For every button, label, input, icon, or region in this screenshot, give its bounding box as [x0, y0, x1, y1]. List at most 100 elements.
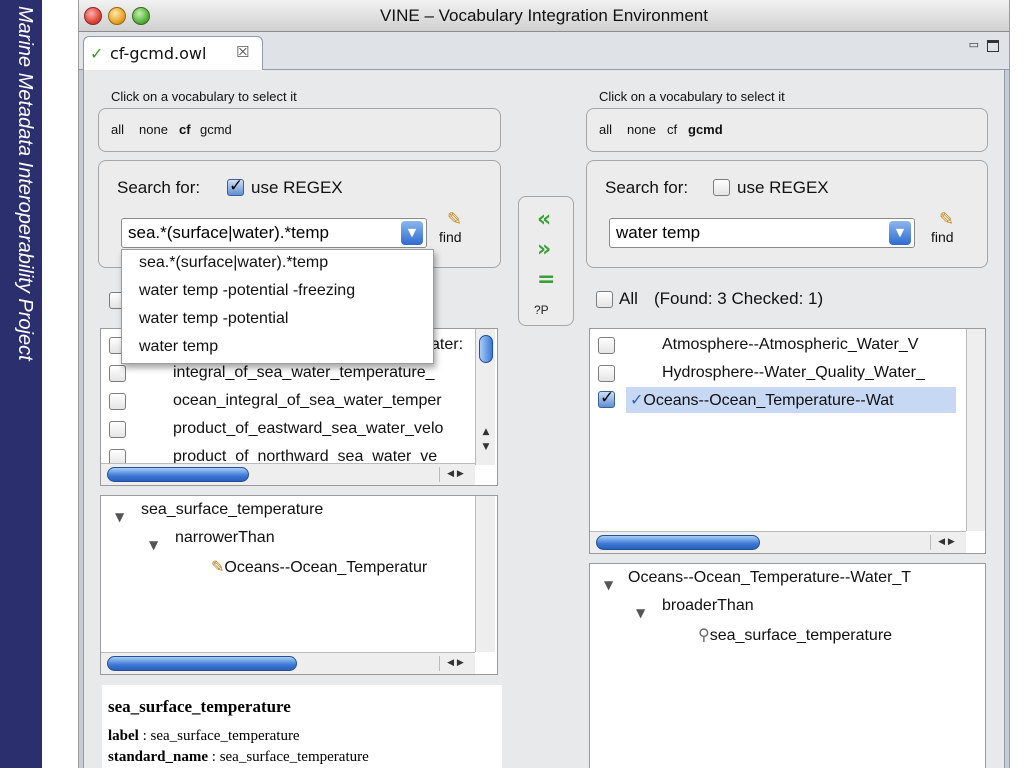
- left-find-label: find: [439, 229, 462, 245]
- row-checkbox[interactable]: [109, 421, 126, 438]
- left-search-combo[interactable]: sea.*(surface|water).*temp ▼: [121, 218, 427, 248]
- right-search-box: Search for: use REGEX water temp ▼ ✎ fin…: [586, 160, 988, 268]
- row-label: integral_of_sea_water_temperature_: [173, 364, 435, 381]
- map-left-button[interactable]: «: [537, 207, 551, 232]
- checkmark-icon: ✓: [229, 176, 244, 196]
- left-list-hscroll[interactable]: ◀ ▶: [101, 463, 475, 485]
- row-checkbox[interactable]: [598, 337, 615, 354]
- right-vocab-cf[interactable]: cf: [667, 122, 677, 137]
- right-vocab-gcmd[interactable]: gcmd: [688, 122, 723, 137]
- right-vocab-all[interactable]: all: [599, 122, 612, 137]
- row-checkbox[interactable]: [598, 365, 615, 382]
- row-label: Hydrosphere--Water_Quality_Water_: [662, 364, 925, 381]
- list-item[interactable]: integral_of_sea_water_temperature_: [101, 361, 497, 387]
- right-vocab-hint: Click on a vocabulary to select it: [599, 89, 785, 104]
- window-title: VINE – Vocabulary Integration Environmen…: [380, 6, 708, 25]
- scroll-arrows-icon[interactable]: ▲ ▼: [478, 425, 494, 459]
- right-regex-label: use REGEX: [737, 178, 829, 197]
- tree-relation[interactable]: broaderThan: [662, 597, 754, 615]
- scroll-arrows-icon[interactable]: ◀ ▶: [930, 535, 962, 550]
- sidebar-band: Marine Metadata Interoperability Project: [0, 0, 42, 768]
- search-history-dropdown: sea.*(surface|water).*temp water temp -p…: [121, 249, 434, 364]
- dropdown-option[interactable]: water temp: [139, 338, 218, 356]
- list-item[interactable]: ocean_integral_of_sea_water_temper: [101, 389, 497, 415]
- left-vocab-gcmd[interactable]: gcmd: [200, 122, 232, 137]
- tree-relation[interactable]: narrowerThan: [175, 529, 275, 547]
- right-vocab-none[interactable]: none: [627, 122, 656, 137]
- row-checkbox[interactable]: [109, 365, 126, 382]
- dropdown-option[interactable]: sea.*(surface|water).*temp: [139, 254, 328, 272]
- list-item-selected[interactable]: ✓Oceans--Ocean_Temperature--Wat: [626, 387, 956, 413]
- row-label: Atmosphere--Atmospheric_Water_V: [662, 336, 919, 353]
- sidebar-caption: Marine Metadata Interoperability Project: [14, 6, 36, 361]
- right-find-button[interactable]: ✎ find: [929, 209, 965, 249]
- left-vocab-hint: Click on a vocabulary to select it: [111, 89, 297, 104]
- row-label: ocean_integral_of_sea_water_temper: [173, 392, 442, 409]
- tree-root[interactable]: sea_surface_temperature: [141, 501, 323, 519]
- scroll-thumb[interactable]: [479, 335, 493, 363]
- right-found-status: (Found: 3 Checked: 1): [654, 289, 824, 308]
- right-search-combo[interactable]: water temp ▼: [609, 218, 915, 248]
- left-tree-panel: ▼ sea_surface_temperature ▼ narrowerThan…: [100, 495, 498, 675]
- right-list-vscroll[interactable]: [966, 329, 985, 531]
- expand-triangle-icon[interactable]: ▼: [115, 510, 124, 524]
- tab-cf-gcmd[interactable]: ✓ cf-gcmd.owl ☒: [83, 36, 263, 70]
- tab-bar: ✓ cf-gcmd.owl ☒ ▭: [79, 32, 1009, 70]
- expand-triangle-icon[interactable]: ▼: [636, 606, 645, 620]
- map-unknown-button[interactable]: ?P: [534, 303, 549, 317]
- right-vocab-box: all none cf gcmd: [586, 108, 988, 152]
- checkmark-icon: ✓: [600, 388, 615, 408]
- row-checkbox-checked[interactable]: ✓: [598, 388, 615, 408]
- left-search-value[interactable]: sea.*(surface|water).*temp: [128, 223, 329, 243]
- details-label-row: label : sea_surface_temperature: [108, 728, 300, 744]
- left-list-vscroll[interactable]: ▲ ▼: [475, 329, 495, 465]
- map-equal-button[interactable]: =: [537, 267, 555, 292]
- tree-leaf[interactable]: ✎Oceans--Ocean_Temperatur: [211, 557, 427, 577]
- left-regex-label: use REGEX: [251, 178, 343, 197]
- dropdown-option[interactable]: water temp -potential: [139, 310, 288, 328]
- details-std-value: sea_surface_temperature: [219, 749, 369, 765]
- expand-triangle-icon[interactable]: ▼: [604, 578, 613, 592]
- details-label-key: label: [108, 728, 139, 744]
- list-item[interactable]: Hydrosphere--Water_Quality_Water_: [590, 361, 985, 387]
- scroll-thumb[interactable]: [107, 656, 297, 671]
- map-right-button[interactable]: »: [537, 237, 551, 262]
- details-title: sea_surface_temperature: [108, 697, 291, 716]
- details-standard-name-row: standard_name : sea_surface_temperature: [108, 749, 369, 765]
- scroll-thumb[interactable]: [596, 535, 760, 550]
- minimize-view-icon[interactable]: ▭: [969, 38, 979, 51]
- details-panel: sea_surface_temperature label : sea_surf…: [102, 685, 502, 768]
- row-label: ✓Oceans--Ocean_Temperature--Wat: [630, 390, 894, 410]
- left-vocab-none[interactable]: none: [139, 122, 168, 137]
- right-regex-checkbox[interactable]: [713, 179, 730, 196]
- right-all-checkbox[interactable]: [596, 291, 613, 308]
- editor-content: Click on a vocabulary to select it all n…: [83, 70, 1005, 768]
- scroll-arrows-icon[interactable]: ◀ ▶: [439, 656, 471, 671]
- left-vocab-all[interactable]: all: [111, 122, 124, 137]
- right-list-hscroll[interactable]: ◀ ▶: [590, 531, 966, 553]
- tree-leaf[interactable]: ⚲sea_surface_temperature: [698, 625, 892, 645]
- left-vocab-cf[interactable]: cf: [179, 122, 191, 137]
- scroll-arrows-icon[interactable]: ◀ ▶: [439, 467, 471, 482]
- chevron-down-icon[interactable]: ▼: [889, 221, 911, 245]
- chevron-down-icon[interactable]: ▼: [401, 221, 423, 245]
- maximize-view-icon[interactable]: [987, 40, 999, 52]
- expand-triangle-icon[interactable]: ▼: [149, 538, 158, 552]
- right-search-value[interactable]: water temp: [616, 223, 700, 243]
- list-item[interactable]: product_of_eastward_sea_water_velo: [101, 417, 497, 443]
- left-tree-vscroll[interactable]: [475, 496, 495, 652]
- flashlight-icon: ✎: [939, 209, 955, 230]
- list-item[interactable]: Atmosphere--Atmospheric_Water_V: [590, 333, 985, 359]
- row-checkbox[interactable]: [109, 393, 126, 410]
- left-tree-hscroll[interactable]: ◀ ▶: [101, 652, 475, 674]
- left-regex-checkbox[interactable]: ✓: [227, 176, 244, 196]
- tab-close-icon[interactable]: ☒: [236, 43, 249, 61]
- scroll-thumb[interactable]: [107, 467, 249, 482]
- left-find-button[interactable]: ✎ find: [437, 209, 473, 249]
- title-bar[interactable]: VINE – Vocabulary Integration Environmen…: [79, 0, 1009, 32]
- right-results-list: Atmosphere--Atmospheric_Water_V Hydrosph…: [589, 328, 986, 554]
- tree-root[interactable]: Oceans--Ocean_Temperature--Water_T: [628, 569, 911, 587]
- right-find-label: find: [931, 229, 954, 245]
- dropdown-option[interactable]: water temp -potential -freezing: [139, 282, 355, 300]
- left-vocab-box: all none cf gcmd: [98, 108, 501, 152]
